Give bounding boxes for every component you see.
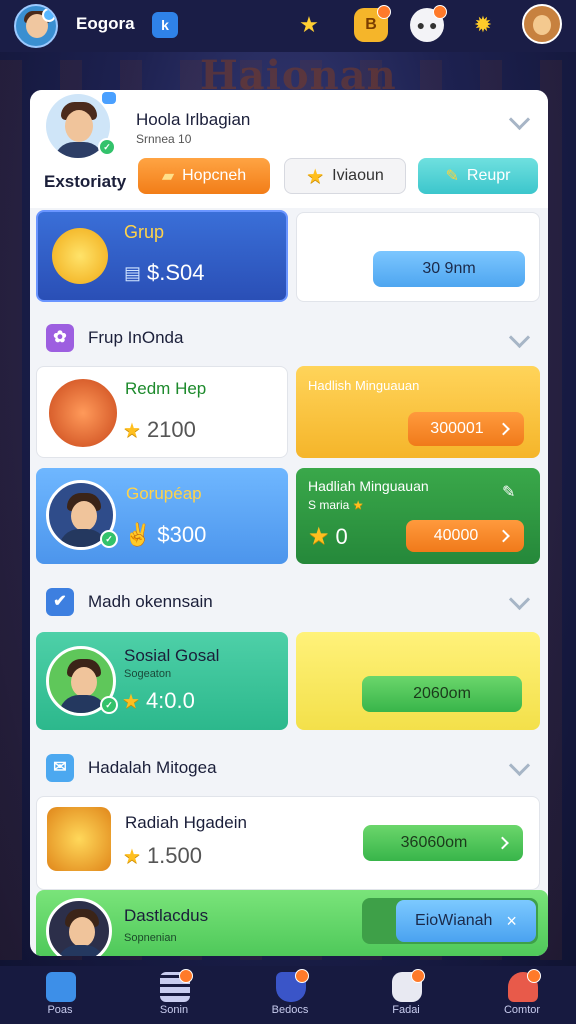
- reward-card-yellow[interactable]: 2060om: [296, 632, 540, 730]
- promo-button[interactable]: EioWianah ×: [396, 900, 536, 942]
- cannon-icon: [47, 377, 119, 449]
- reward-button[interactable]: 36060om: [363, 825, 523, 861]
- star-icon: ★: [306, 165, 325, 188]
- group-side-button[interactable]: 30 9nm: [373, 251, 525, 287]
- gamepad-icon: [392, 969, 425, 1002]
- app-title: Eogora: [76, 14, 135, 33]
- check-mark-icon: ✔: [46, 588, 74, 616]
- group-side-card: 30 9nm: [296, 212, 540, 302]
- player-avatar[interactable]: [14, 4, 58, 48]
- star-icon[interactable]: ★: [292, 8, 326, 42]
- nav-item-shield[interactable]: Bedocs: [250, 966, 330, 1024]
- list-item[interactable]: ✓ Sosial Gosal Sogeaton ★ 4:0.0: [36, 632, 288, 730]
- edit-icon[interactable]: ✎: [502, 482, 515, 502]
- group-title: Grup: [124, 222, 165, 242]
- star-icon: ★: [352, 498, 364, 512]
- reward-card-green[interactable]: Hadliah Minguauan S maria ★ ✎ ★ 0 40000: [296, 468, 540, 564]
- user-profile-avatar[interactable]: [522, 4, 562, 44]
- list-item[interactable]: Radiah Hgadein ★ 1.500 36060om: [36, 796, 540, 890]
- reward-button[interactable]: 40000: [406, 520, 524, 552]
- pencil-icon: ✎: [445, 168, 459, 185]
- shield-icon: [276, 969, 309, 1002]
- trophy-icon: [52, 228, 108, 284]
- nav-item-user[interactable]: Comtor: [482, 966, 562, 1024]
- hopcneh-button[interactable]: ▰ Hopcneh: [138, 158, 270, 194]
- close-icon[interactable]: ×: [506, 911, 517, 932]
- reupr-button[interactable]: ✎ Reupr: [418, 158, 538, 194]
- home-icon: [46, 972, 76, 1002]
- mascot-icon[interactable]: ● ●: [410, 5, 447, 42]
- reward-button[interactable]: 300001: [408, 412, 524, 446]
- profile-section: ✓ Hoola Irlbagian Srnnea 10 Exstoriaty ▰…: [30, 90, 548, 208]
- reward-card[interactable]: Hadlish Minguauan 300001: [296, 366, 540, 458]
- gear-icon[interactable]: ✹: [466, 8, 500, 42]
- star-icon: ★: [123, 419, 141, 442]
- profile-label: Exstoriaty: [44, 172, 127, 191]
- list-item[interactable]: Redm Hep ★ 2100: [36, 366, 288, 458]
- badge-icon: [102, 92, 116, 104]
- promo-card[interactable]: Dastlacdus Sopnenian EioWianah ×: [36, 890, 548, 956]
- verified-icon: ✓: [100, 530, 118, 548]
- top-bar: Eogora k ★ B ● ● ✹: [0, 0, 576, 52]
- bottom-nav: Poas Sonin Bedocs Fadai Comtor: [0, 966, 576, 1024]
- mail-icon: ✉: [46, 754, 74, 782]
- brand-badge[interactable]: k: [152, 12, 178, 38]
- verified-icon: ✓: [98, 138, 116, 156]
- star-icon: ★: [122, 690, 140, 713]
- group-card[interactable]: Grup ▤ $.S04: [36, 210, 288, 302]
- main-panel: ✓ Hoola Irlbagian Srnnea 10 Exstoriaty ▰…: [30, 90, 548, 956]
- bag-icon[interactable]: B: [354, 5, 391, 42]
- treasure-icon: [47, 807, 111, 871]
- section-header[interactable]: ✉ Hadalah Mitogea: [30, 746, 548, 790]
- hand-icon: ✌: [124, 522, 152, 547]
- profile-subtitle: Srnnea 10: [136, 132, 192, 146]
- chevron-right-icon: [497, 529, 510, 543]
- gift-icon: ✿: [46, 324, 74, 352]
- nav-item-grid[interactable]: Sonin: [134, 966, 214, 1024]
- group-amount: ▤ $.S04: [124, 260, 205, 285]
- star-icon: ★: [123, 845, 141, 868]
- ticket-icon: ▤: [124, 262, 142, 283]
- section-header[interactable]: ✿ Frup InOnda: [30, 316, 548, 360]
- nav-item-home[interactable]: Poas: [20, 966, 100, 1024]
- verified-icon: ✓: [100, 696, 118, 714]
- chevron-down-icon[interactable]: [508, 108, 531, 131]
- ticket-icon: ▰: [161, 168, 175, 185]
- section-header[interactable]: ✔ Madh okennsain: [30, 580, 548, 624]
- chevron-down-icon[interactable]: [508, 588, 531, 611]
- profile-name: Hoola Irlbagian: [136, 110, 251, 129]
- chevron-down-icon[interactable]: [508, 326, 531, 349]
- chevron-right-icon: [497, 422, 510, 436]
- iviaoun-button[interactable]: ★ Iviaoun: [284, 158, 406, 194]
- chevron-down-icon[interactable]: [508, 754, 531, 777]
- list-item[interactable]: ✓ Gorupéap ✌ $300: [36, 468, 288, 564]
- user-icon: [508, 969, 541, 1002]
- nav-item-game[interactable]: Fadai: [366, 966, 446, 1024]
- profile-avatar[interactable]: ✓: [46, 92, 116, 158]
- chevron-right-icon: [496, 836, 509, 850]
- star-icon: ★: [308, 523, 330, 550]
- reward-button[interactable]: 2060om: [362, 676, 522, 712]
- grid-icon: [160, 969, 193, 1002]
